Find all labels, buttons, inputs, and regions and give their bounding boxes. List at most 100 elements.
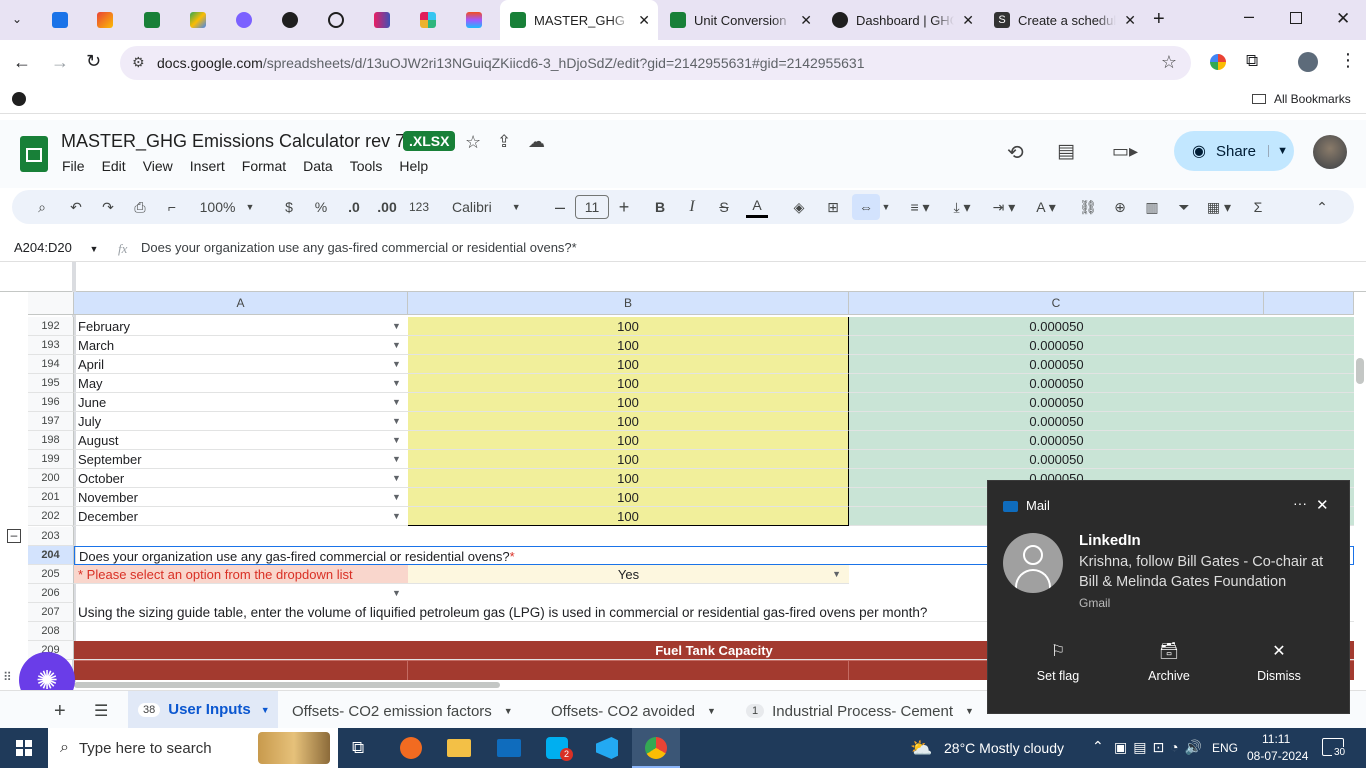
dropdown-arrow-icon[interactable]: ▼ [392,588,401,598]
menu-insert[interactable]: Insert [190,158,225,174]
horizontal-scroll-thumb[interactable] [74,682,500,688]
meet-icon[interactable]: ▭▸ [1112,141,1138,162]
clock-time[interactable]: 11:11 [1262,732,1290,746]
row-header[interactable]: 201 [28,488,74,507]
cell-value-b[interactable]: 100 [408,488,849,507]
menu-help[interactable]: Help [399,158,428,174]
extension-color-icon[interactable] [1210,54,1226,70]
cell-value-b[interactable]: 100 [408,317,849,336]
dropdown-arrow-icon[interactable]: ▼ [392,435,401,445]
formula-input[interactable]: Does your organization use any gas-fired… [141,240,577,255]
decrease-font-size-icon[interactable]: – [550,190,570,224]
browser-menu-icon[interactable]: ⋮ [1339,50,1357,71]
cell-value-b[interactable]: 100 [408,393,849,412]
menu-format[interactable]: Format [242,158,286,174]
close-tab-icon[interactable]: ✕ [638,12,650,29]
strikethrough-icon[interactable]: S [714,190,734,224]
weather-text[interactable]: 28°C Mostly cloudy [944,740,1064,756]
cell-month[interactable]: February [74,317,408,336]
version-history-icon[interactable]: ⟲ [1007,140,1024,165]
dropdown-arrow-icon[interactable]: ▼ [392,492,401,502]
row-header-205[interactable]: 205 [28,565,74,584]
close-window-icon[interactable]: ✕ [1336,9,1350,29]
workspace-icon[interactable] [12,92,26,106]
cell-value-c[interactable]: 0.000050 [849,412,1264,431]
cell-value-d[interactable] [1264,393,1354,412]
cell-month[interactable]: August [74,431,408,450]
horizontal-align-icon[interactable]: ≡ ▾ [904,190,936,224]
close-tab-icon[interactable]: ✕ [1124,12,1136,29]
toast-action-set-flag[interactable]: ⚐ Set flag [1023,641,1093,683]
font-size-input[interactable]: 11 [575,195,609,219]
file-explorer-icon[interactable] [447,739,471,757]
cell-a205-warning[interactable]: * Please select an option from the dropd… [74,565,408,584]
all-sheets-icon[interactable]: ☰ [94,691,108,731]
collapse-toolbar-icon[interactable]: ⌃ [1310,190,1334,224]
cell-value-c[interactable]: 0.000050 [849,431,1264,450]
cell-value-b[interactable]: 100 [408,336,849,355]
dropdown-arrow-icon[interactable]: ▼ [392,416,401,426]
merge-dropdown-icon[interactable]: ▼ [880,190,892,224]
pinned-tab-1-icon[interactable] [52,12,68,28]
move-icon[interactable]: ⇪ [497,132,511,152]
row-header-203[interactable]: 203 [28,527,74,546]
text-color-icon[interactable]: A [746,194,768,218]
tray-chevron-icon[interactable]: ⌃ [1092,738,1104,755]
cell-value-c[interactable]: 0.000050 [849,317,1264,336]
new-tab-icon[interactable]: + [1153,8,1165,31]
borders-icon[interactable]: ⊞ [822,190,844,224]
select-all-corner[interactable] [28,292,74,315]
text-wrapping-icon[interactable]: ⇥ ▾ [988,190,1020,224]
cell-value-c[interactable]: 0.000050 [849,336,1264,355]
dropdown-arrow-icon[interactable]: ▼ [392,378,401,388]
cell-value-d[interactable] [1264,374,1354,393]
cell-value-b[interactable]: 100 [408,469,849,488]
row-header[interactable]: 194 [28,355,74,374]
tab-create-schedule[interactable]: S Create a schedule ✕ [994,6,1136,34]
language-indicator[interactable]: ENG [1212,741,1238,755]
site-info-icon[interactable]: ⚙ [132,54,145,71]
row-header[interactable]: 195 [28,374,74,393]
menu-file[interactable]: File [62,158,85,174]
drive-pinned-icon[interactable] [190,12,206,28]
cell-month[interactable]: April [74,355,408,374]
back-icon[interactable]: ← [13,52,31,73]
restore-icon[interactable] [1290,12,1302,24]
gmail-pinned-icon[interactable] [97,12,113,28]
currency-button[interactable]: $ [278,190,300,224]
dropdown-arrow-icon[interactable]: ▼ [392,511,401,521]
search-menus-icon[interactable]: ⌕ [30,190,54,224]
close-tab-icon[interactable]: ✕ [800,12,812,29]
cell-month[interactable]: December [74,507,408,526]
menu-data[interactable]: Data [303,158,333,174]
menu-edit[interactable]: Edit [102,158,126,174]
cell-month[interactable]: November [74,488,408,507]
toast-more-icon[interactable]: ··· [1293,495,1307,511]
tab-unit-conversion[interactable]: Unit Conversion ✕ [670,6,812,34]
undo-icon[interactable]: ↶ [64,190,88,224]
dropdown-arrow-icon[interactable]: ▼ [392,359,401,369]
more-formats-button[interactable]: 123 [406,190,432,224]
tab-master-ghg[interactable]: MASTER_GHG Em ✕ [500,0,658,40]
dropdown-arrow-icon[interactable]: ▼ [392,473,401,483]
toast-close-icon[interactable]: ✕ [1316,496,1329,514]
cell-value-b[interactable]: 100 [408,450,849,469]
filter-icon[interactable]: ⏷ [1172,190,1196,224]
menu-view[interactable]: View [143,158,173,174]
minimize-icon[interactable]: – [1244,6,1254,27]
functions-icon[interactable]: Σ [1246,190,1270,224]
font-select[interactable]: Calibri ▼ [444,190,534,224]
bold-icon[interactable]: B [650,190,670,224]
mail-icon[interactable] [497,739,521,757]
reload-icon[interactable]: ↻ [86,51,101,72]
print-icon[interactable]: ⎙ [128,190,152,224]
star-icon[interactable]: ☆ [465,132,481,153]
task-view-icon[interactable]: ⧉ [352,738,364,758]
dropdown-arrow-icon[interactable]: ▼ [392,397,401,407]
app-pinned-icon[interactable] [236,12,252,28]
row-header-208[interactable]: 208 [28,622,74,641]
chrome-taskbar-button[interactable] [632,728,680,768]
column-header-a[interactable]: A [74,292,408,315]
cell-value-d[interactable] [1264,431,1354,450]
openai-pinned-icon[interactable] [328,12,344,28]
